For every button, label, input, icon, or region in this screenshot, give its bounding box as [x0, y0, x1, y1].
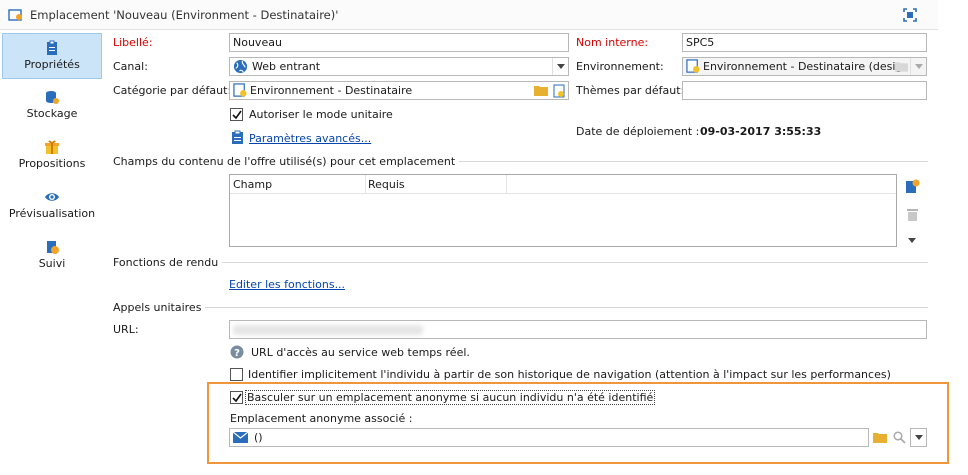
folder-icon[interactable]: [534, 85, 548, 96]
chevron-down-icon: [915, 435, 923, 440]
caret-down-icon[interactable]: [908, 238, 916, 243]
libelle-label: Libellé:: [113, 36, 153, 49]
nom-interne-label: Nom interne:: [576, 36, 649, 49]
email-icon: [233, 432, 248, 443]
sidebar-item-label: Stockage: [26, 107, 78, 120]
database-icon: [46, 91, 59, 104]
sidebar-item-label: Prévisualisation: [8, 207, 96, 220]
themes-input[interactable]: [682, 81, 927, 100]
eye-icon: [45, 193, 59, 201]
environnement-select[interactable]: Environnement - Destinataire (desig: [682, 57, 927, 76]
help-icon: ?: [230, 345, 244, 359]
libelle-input[interactable]: Nouveau: [229, 33, 569, 52]
categorie-label: Catégorie par défaut:: [113, 84, 232, 97]
parametres-avances-link[interactable]: Paramètres avancés...: [249, 132, 371, 145]
canal-value: Web entrant: [252, 60, 321, 73]
sidebar-item-previsualisation[interactable]: Prévisualisation: [2, 183, 102, 229]
gift-icon: [45, 140, 59, 154]
separator: [113, 307, 928, 308]
autoriser-label: Autoriser le mode unitaire: [249, 108, 393, 121]
basculer-label: Basculer sur un emplacement anonyme si a…: [245, 390, 656, 405]
appels-section-title: Appels unitaires: [113, 301, 206, 314]
nom-interne-input[interactable]: SPC5: [682, 33, 927, 52]
editer-fonctions-link[interactable]: Editer les fonctions...: [229, 278, 345, 291]
column-requis[interactable]: Requis: [368, 178, 405, 191]
url-label: URL:: [113, 323, 139, 336]
sidebar-item-stockage[interactable]: Stockage: [2, 83, 102, 129]
settings-clipboard-icon: [232, 130, 243, 144]
folder-icon[interactable]: [873, 432, 887, 443]
trash-icon[interactable]: [906, 207, 919, 222]
sidebar-item-propositions[interactable]: Propositions: [2, 133, 102, 179]
anonyme-dropdown-button[interactable]: [910, 428, 927, 447]
chevron-down-icon[interactable]: [910, 58, 926, 75]
fonctions-section-title: Fonctions de rendu: [113, 256, 223, 269]
search-icon[interactable]: [893, 431, 906, 444]
anonyme-value: (): [254, 431, 263, 444]
environnement-label: Environnement:: [576, 60, 664, 73]
title-bar: Emplacement 'Nouveau (Environment - Dest…: [0, 0, 938, 30]
add-field-icon[interactable]: [905, 178, 920, 194]
window-title: Emplacement 'Nouveau (Environment - Dest…: [30, 8, 339, 22]
column-champ[interactable]: Champ: [233, 178, 272, 191]
canal-select[interactable]: Web entrant: [229, 57, 569, 76]
identifier-checkbox[interactable]: [230, 368, 243, 381]
date-deploiement-label: Date de déploiement :: [576, 125, 700, 138]
url-value-redacted: [233, 325, 423, 335]
tracking-icon: [47, 241, 59, 254]
url-help-text: URL d'accès au service web temps réel.: [251, 346, 470, 359]
folder-icon: [895, 62, 908, 72]
sidebar-item-label: Propriétés: [24, 58, 80, 71]
environment-icon: [686, 59, 700, 73]
canal-label: Canal:: [113, 60, 148, 73]
svg-text:?: ?: [234, 348, 240, 359]
autoriser-checkbox[interactable]: [230, 108, 243, 121]
champs-section-title: Champs du contenu de l'offre utilisé(s) …: [113, 155, 460, 168]
identifier-label: Identifier implicitement l'individu à pa…: [248, 368, 891, 381]
categorie-value: Environnement - Destinataire: [250, 84, 413, 97]
environnement-value: Environnement - Destinataire (desig: [703, 60, 903, 73]
basculer-checkbox[interactable]: [230, 391, 243, 404]
sidebar: Propriétés Stockage Propositions Prévisu…: [0, 30, 104, 475]
clipboard-icon: [47, 40, 57, 55]
url-input[interactable]: [229, 320, 927, 339]
champs-table[interactable]: Champ Requis: [229, 174, 897, 247]
location-icon: [8, 9, 22, 21]
sidebar-item-label: Suivi: [38, 257, 66, 270]
anonyme-label: Emplacement anonyme associé :: [230, 412, 413, 425]
date-deploiement-value: 09-03-2017 3:55:33: [700, 125, 822, 138]
anonyme-input[interactable]: (): [229, 428, 869, 447]
sidebar-item-label: Propositions: [18, 157, 86, 170]
sidebar-item-proprietes[interactable]: Propriétés: [2, 33, 102, 79]
clipboard-icon[interactable]: [553, 83, 565, 98]
maximize-icon[interactable]: [902, 7, 918, 23]
environment-icon: [233, 83, 247, 97]
categorie-select[interactable]: Environnement - Destinataire: [229, 81, 569, 100]
table-header: Champ Requis: [230, 175, 896, 194]
sidebar-item-suivi[interactable]: Suivi: [2, 233, 102, 279]
chevron-down-icon[interactable]: [552, 58, 568, 75]
globe-icon: [233, 59, 248, 74]
separator: [113, 262, 928, 263]
themes-label: Thèmes par défaut:: [576, 84, 685, 97]
